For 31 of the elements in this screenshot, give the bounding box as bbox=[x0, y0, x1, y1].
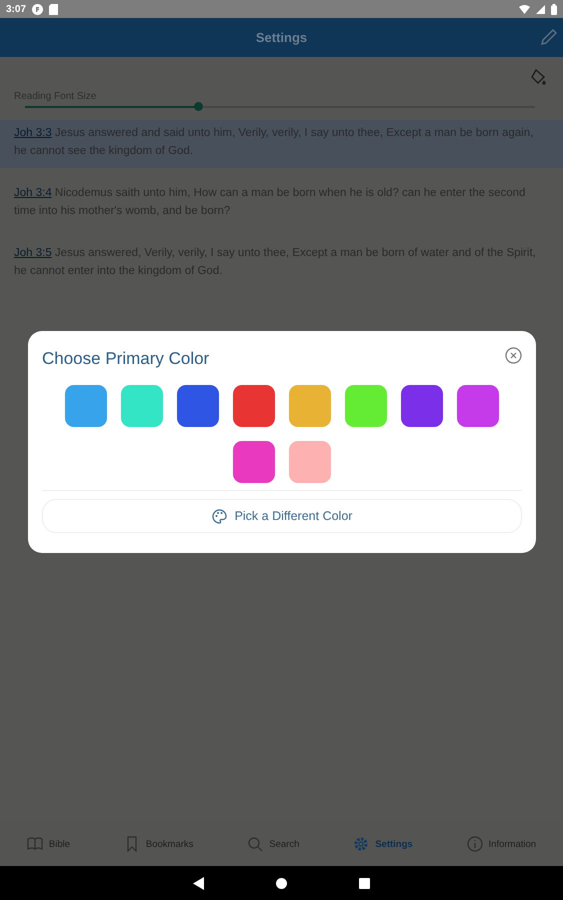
dialog-title: Choose Primary Color bbox=[42, 349, 210, 369]
color-swatch[interactable] bbox=[65, 385, 107, 427]
search-icon bbox=[247, 836, 264, 852]
color-swatch[interactable] bbox=[177, 385, 219, 427]
color-swatch[interactable] bbox=[457, 385, 499, 427]
nav-tab[interactable]: Settings bbox=[351, 834, 415, 854]
color-swatch[interactable] bbox=[121, 385, 163, 427]
gear-icon bbox=[353, 836, 370, 852]
back-icon[interactable] bbox=[193, 876, 204, 890]
book-icon bbox=[26, 836, 43, 852]
pick-color-button[interactable]: Pick a Different Color bbox=[42, 499, 522, 533]
notification-icon bbox=[32, 4, 44, 14]
palette-icon bbox=[212, 508, 227, 524]
color-swatch[interactable] bbox=[345, 385, 387, 427]
home-icon[interactable] bbox=[276, 878, 287, 888]
battery-icon bbox=[551, 4, 557, 14]
close-icon[interactable] bbox=[505, 347, 522, 364]
sd-card-icon bbox=[49, 4, 58, 14]
color-swatch[interactable] bbox=[401, 385, 443, 427]
color-swatch[interactable] bbox=[233, 441, 275, 483]
paint-bucket-icon[interactable] bbox=[530, 69, 547, 86]
screen-title: Settings bbox=[256, 30, 308, 45]
pencil-icon[interactable] bbox=[541, 29, 557, 45]
info-icon bbox=[466, 836, 483, 852]
signal-icon bbox=[536, 4, 545, 14]
recents-icon[interactable] bbox=[359, 878, 370, 888]
color-swatch[interactable] bbox=[289, 441, 331, 483]
color-swatch[interactable] bbox=[289, 385, 331, 427]
color-swatch[interactable] bbox=[233, 385, 275, 427]
clock: 3:07 bbox=[6, 4, 26, 14]
wifi-icon bbox=[519, 4, 530, 14]
